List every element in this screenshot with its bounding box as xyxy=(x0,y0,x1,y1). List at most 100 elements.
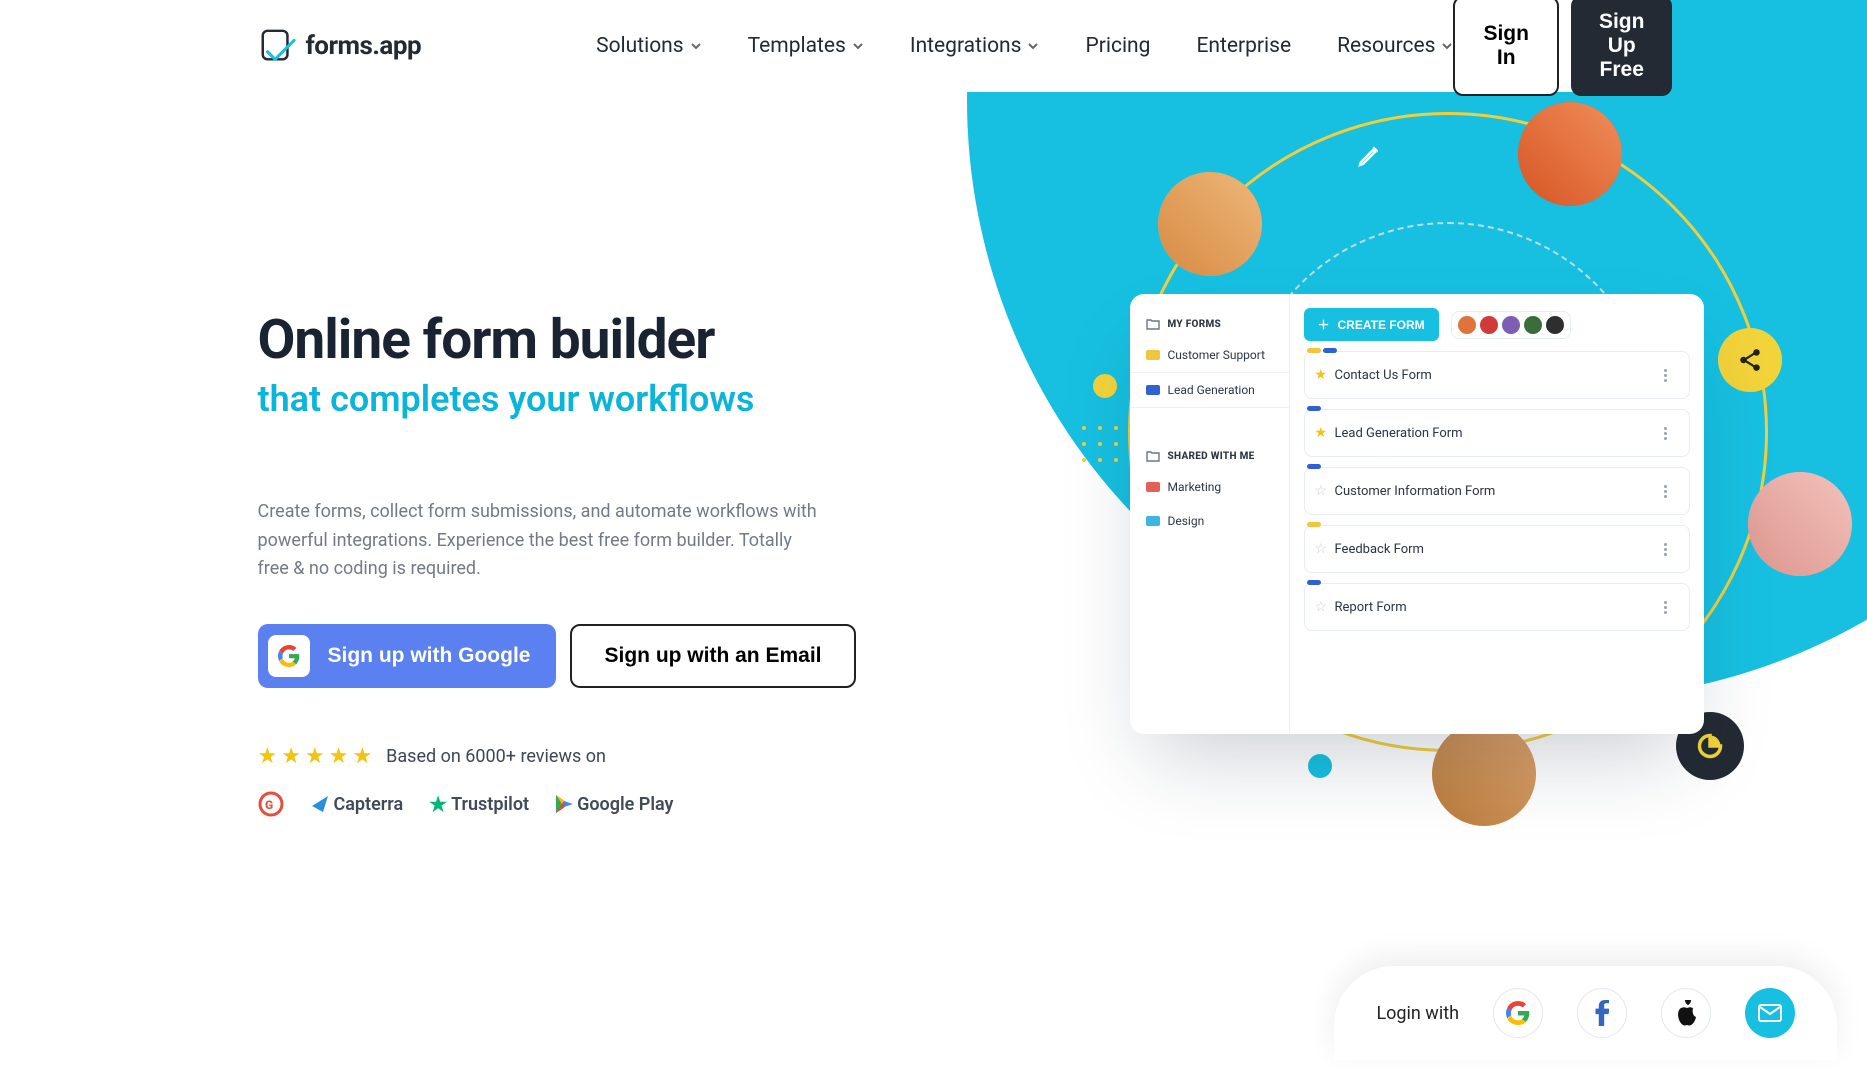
kebab-icon[interactable] xyxy=(1657,598,1675,616)
form-row[interactable]: ☆ Report Form xyxy=(1304,583,1690,631)
form-row[interactable]: ☆Customer Information Form xyxy=(1304,467,1690,515)
kebab-icon[interactable] xyxy=(1657,482,1675,500)
create-form-button[interactable]: ＋ CREATE FORM xyxy=(1304,308,1439,341)
review-sources: G G2 Capterra ★ Trustpilot xyxy=(258,791,898,817)
rating-row: ★★★★★ Based on 6000+ reviews on xyxy=(258,744,898,769)
avatar xyxy=(1546,316,1564,334)
plus-icon: ＋ xyxy=(1318,316,1330,333)
pencil-icon xyxy=(1340,127,1398,185)
folder-item[interactable]: Customer Support xyxy=(1130,338,1289,373)
shared-header: SHARED WITH ME xyxy=(1146,450,1273,462)
star-icon[interactable]: ★ xyxy=(1315,367,1328,383)
folder-icon xyxy=(1146,350,1160,360)
capterra-icon xyxy=(310,794,330,814)
folder-label: Customer Support xyxy=(1168,348,1266,362)
google-icon xyxy=(268,635,310,677)
cta-row: Sign up with Google Sign up with an Emai… xyxy=(258,624,898,688)
orbit-dot xyxy=(1308,754,1332,778)
nav-label: Templates xyxy=(748,34,846,58)
shared-label: SHARED WITH ME xyxy=(1168,451,1255,462)
nav-pricing[interactable]: Pricing xyxy=(1085,34,1150,58)
brand-name: forms.app xyxy=(306,31,422,61)
my-forms-label: MY FORMS xyxy=(1168,319,1222,330)
cta-google-label: Sign up with Google xyxy=(328,644,531,668)
headline: Online form builder xyxy=(258,312,898,370)
review-googleplay[interactable]: Google Play xyxy=(555,794,673,815)
kebab-icon[interactable] xyxy=(1657,540,1675,558)
star-icon[interactable]: ★ xyxy=(1315,425,1328,441)
sign-up-free-button[interactable]: Sign Up Free xyxy=(1571,0,1673,96)
hero-graphic: MY FORMS Customer Support Lead Generation… xyxy=(898,312,1610,817)
form-row[interactable]: ☆ Feedback Form xyxy=(1304,525,1690,573)
folder-label: Design xyxy=(1168,514,1205,528)
nav-resources[interactable]: Resources xyxy=(1337,34,1453,58)
signup-google-button[interactable]: Sign up with Google xyxy=(258,624,557,688)
review-capterra[interactable]: Capterra xyxy=(310,794,404,815)
avatar xyxy=(1432,722,1536,826)
review-trustpilot[interactable]: ★ Trustpilot xyxy=(429,792,529,816)
dashboard-main: ＋ CREATE FORM ★Contact Us Form★Lead Gene… xyxy=(1290,294,1704,734)
folder-item[interactable]: Design xyxy=(1130,504,1289,538)
avatar xyxy=(1524,316,1542,334)
nav-actions: Sign In Sign Up Free xyxy=(1453,0,1672,96)
nav-integrations[interactable]: Integrations xyxy=(910,34,1040,58)
rating-text: Based on 6000+ reviews on xyxy=(386,746,606,767)
chevron-down-icon xyxy=(1441,40,1453,52)
share-icon xyxy=(1718,328,1782,392)
row-tags xyxy=(1307,580,1321,585)
avatar xyxy=(1458,316,1476,334)
g2-icon: G xyxy=(258,791,284,817)
nav-links: Solutions Templates Integrations Pricing… xyxy=(596,34,1453,58)
kebab-icon[interactable] xyxy=(1657,366,1675,384)
kebab-icon[interactable] xyxy=(1657,424,1675,442)
top-nav: forms.app Solutions Templates Integratio… xyxy=(218,0,1650,92)
collaborator-avatars[interactable] xyxy=(1451,311,1571,339)
row-tags xyxy=(1307,348,1337,353)
svg-text:G: G xyxy=(265,798,273,812)
hero-copy: Online form builder that completes your … xyxy=(258,312,898,817)
folder-icon xyxy=(1146,482,1160,492)
form-title: Feedback Form xyxy=(1335,542,1424,557)
orbit-dot xyxy=(1093,374,1117,398)
shared-folder-icon xyxy=(1146,450,1160,462)
capterra-label: Capterra xyxy=(334,794,404,815)
folder-label: Marketing xyxy=(1168,480,1222,494)
nav-label: Solutions xyxy=(596,34,684,58)
avatar xyxy=(1748,472,1852,576)
form-row[interactable]: ★Contact Us Form xyxy=(1304,351,1690,399)
nav-enterprise[interactable]: Enterprise xyxy=(1196,34,1291,58)
star-icon[interactable]: ☆ xyxy=(1315,599,1328,615)
folder-icon xyxy=(1146,385,1160,395)
logo-icon xyxy=(258,27,296,65)
folder-item[interactable]: Marketing xyxy=(1130,470,1289,504)
folder-icon xyxy=(1146,516,1160,526)
nav-label: Resources xyxy=(1337,34,1435,58)
avatar xyxy=(1518,102,1622,206)
star-icon[interactable]: ☆ xyxy=(1315,483,1328,499)
signup-email-button[interactable]: Sign up with an Email xyxy=(570,624,855,688)
nav-label: Enterprise xyxy=(1196,34,1291,58)
form-row[interactable]: ★ Lead Generation Form xyxy=(1304,409,1690,457)
nav-solutions[interactable]: Solutions xyxy=(596,34,702,58)
row-tags xyxy=(1307,464,1321,469)
googleplay-label: Google Play xyxy=(577,794,673,815)
chevron-down-icon xyxy=(690,40,702,52)
folder-item[interactable]: Lead Generation xyxy=(1130,373,1289,408)
googleplay-icon xyxy=(555,794,573,814)
create-form-label: CREATE FORM xyxy=(1338,318,1425,332)
headline-sub: that completes your workflows xyxy=(258,378,898,420)
hero-section: Online form builder that completes your … xyxy=(218,92,1650,817)
form-title: Lead Generation Form xyxy=(1335,426,1463,441)
stars-icon: ★★★★★ xyxy=(258,744,373,769)
brand-logo[interactable]: forms.app xyxy=(258,27,422,65)
star-icon[interactable]: ☆ xyxy=(1315,541,1328,557)
nav-templates[interactable]: Templates xyxy=(748,34,864,58)
sign-in-button[interactable]: Sign In xyxy=(1453,0,1559,96)
dashboard-preview: MY FORMS Customer Support Lead Generation… xyxy=(1130,294,1704,734)
review-g2[interactable]: G G2 xyxy=(258,791,284,817)
avatar xyxy=(1502,316,1520,334)
row-tags xyxy=(1307,522,1321,527)
chevron-down-icon xyxy=(1027,40,1039,52)
form-title: Report Form xyxy=(1335,600,1407,615)
hero-description: Create forms, collect form submissions, … xyxy=(258,498,818,584)
